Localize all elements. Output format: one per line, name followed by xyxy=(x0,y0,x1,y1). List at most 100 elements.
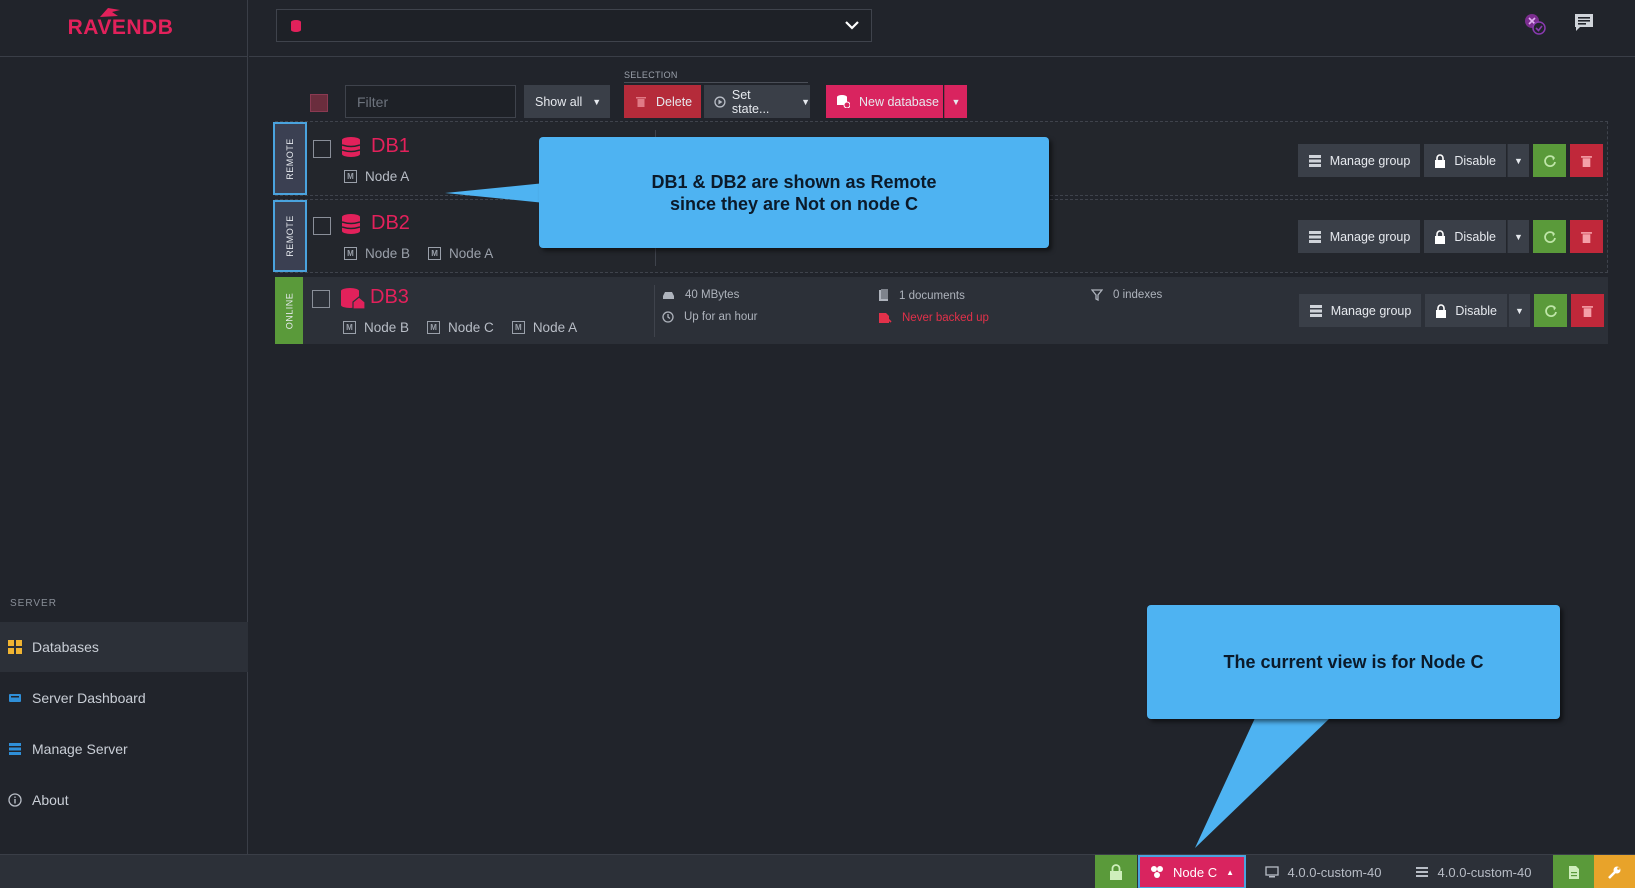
manage-group-icon xyxy=(1308,230,1321,243)
show-all-dropdown[interactable]: Show all ▼ xyxy=(524,85,610,118)
notifications-icon[interactable] xyxy=(1573,12,1595,34)
disable-options-button[interactable]: ▼ xyxy=(1507,220,1529,253)
select-all-checkbox[interactable] xyxy=(310,94,328,112)
callout-line: since they are Not on node C xyxy=(669,193,919,214)
delete-database-button[interactable] xyxy=(1571,294,1604,327)
documentation-button[interactable] xyxy=(1553,855,1594,888)
manage-group-icon xyxy=(1308,154,1321,167)
chevron-down-icon xyxy=(845,21,859,30)
sidebar-item-label: Server Dashboard xyxy=(32,690,146,706)
node-tag[interactable]: M Node A xyxy=(344,169,409,184)
row-checkbox[interactable] xyxy=(313,140,331,158)
delete-database-button[interactable] xyxy=(1570,220,1603,253)
state-badge-remote: REMOTE xyxy=(273,122,307,195)
cluster-status-icon[interactable] xyxy=(1523,12,1547,36)
new-database-options-button[interactable]: ▼ xyxy=(944,85,967,118)
database-icon xyxy=(291,19,301,32)
disable-options-button[interactable]: ▼ xyxy=(1508,294,1530,327)
delete-database-button[interactable] xyxy=(1570,144,1603,177)
sidebar-item-server-dashboard[interactable]: Server Dashboard xyxy=(0,673,248,723)
node-tag[interactable]: M Node B xyxy=(343,320,409,335)
database-size: 40 MBytes xyxy=(662,289,739,301)
callout-remote-explanation: DB1 & DB2 are shown as Remote since they… xyxy=(539,137,1049,248)
compact-button[interactable] xyxy=(1534,294,1567,327)
ravendb-logo[interactable]: RAVENDB xyxy=(67,8,174,40)
manage-group-button[interactable]: Manage group xyxy=(1297,220,1421,253)
raven-logo-icon xyxy=(99,8,120,17)
node-tag[interactable]: M Node A xyxy=(511,320,577,335)
state-badge-remote: REMOTE xyxy=(273,200,307,272)
logo-text: RAVENDB xyxy=(67,16,174,39)
compact-button[interactable] xyxy=(1533,220,1566,253)
server-section-label: SERVER xyxy=(10,598,57,609)
callout-node-view: The current view is for Node C xyxy=(1147,605,1560,719)
new-database-icon xyxy=(837,95,850,108)
backup-warning-icon xyxy=(879,313,892,323)
sidebar-item-manage-server[interactable]: Manage Server xyxy=(0,724,248,774)
show-all-label: Show all xyxy=(535,94,583,109)
new-database-label: New database xyxy=(859,94,939,109)
database-row-db3[interactable]: ONLINE DB3 M Node B M Node C M Node A 40 MB… xyxy=(275,277,1608,344)
trash-icon xyxy=(1581,155,1592,167)
manage-group-button[interactable]: Manage group xyxy=(1298,294,1422,327)
lock-icon xyxy=(1436,303,1447,318)
sidebar-item-databases[interactable]: Databases xyxy=(0,622,248,672)
database-name[interactable]: DB3 xyxy=(370,286,409,309)
callout-line: DB1 & DB2 are shown as Remote xyxy=(651,171,937,192)
security-status[interactable] xyxy=(1095,855,1137,888)
database-icon xyxy=(342,137,360,157)
state-badge-online: ONLINE xyxy=(275,277,303,344)
compact-button[interactable] xyxy=(1533,144,1566,177)
node-tag[interactable]: M Node B xyxy=(344,246,410,261)
member-node-icon: M xyxy=(343,321,356,334)
row-checkbox[interactable] xyxy=(312,290,330,308)
caret-up-icon: ▲ xyxy=(1226,867,1234,877)
row-checkbox[interactable] xyxy=(313,217,331,235)
row-divider xyxy=(654,285,655,337)
client-version[interactable]: 4.0.0-custom-40 xyxy=(1408,855,1538,888)
new-database-button[interactable]: New database xyxy=(826,85,943,118)
databases-icon xyxy=(8,640,22,654)
cluster-node-icon xyxy=(1151,866,1163,878)
node-tag[interactable]: M Node A xyxy=(428,246,493,261)
selection-label: SELECTION xyxy=(624,70,808,83)
node-selector[interactable]: Node C ▲ xyxy=(1138,855,1246,888)
filter-input[interactable] xyxy=(345,85,516,118)
trash-icon xyxy=(1582,305,1593,317)
database-name[interactable]: DB1 xyxy=(371,135,410,158)
sidebar-item-label: Manage Server xyxy=(32,741,128,757)
settings-button[interactable] xyxy=(1594,855,1635,888)
member-node-icon: M xyxy=(511,321,525,334)
database-backup-status[interactable]: Never backed up xyxy=(878,311,989,324)
database-name[interactable]: DB2 xyxy=(371,212,410,235)
lock-icon xyxy=(1110,864,1122,880)
sidebar-item-label: Databases xyxy=(32,639,99,655)
wrench-icon xyxy=(1608,866,1621,879)
status-bar: Node C ▲ 4.0.0-custom-40 4.0.0-custom-40 xyxy=(0,854,1635,888)
database-uptime: Up for an hour xyxy=(662,311,758,323)
set-state-dropdown[interactable]: Set state... ▼ xyxy=(704,85,810,118)
disable-button[interactable]: Disable xyxy=(1425,294,1507,327)
refresh-icon xyxy=(1543,230,1556,243)
list-icon xyxy=(1415,867,1428,877)
node-tag[interactable]: M Node C xyxy=(427,320,494,335)
database-selector[interactable] xyxy=(276,9,872,42)
trash-icon xyxy=(636,97,646,107)
delete-button[interactable]: Delete xyxy=(624,85,701,118)
document-icon xyxy=(879,289,888,301)
server-version[interactable]: 4.0.0-custom-40 xyxy=(1258,855,1388,888)
disable-options-button[interactable]: ▼ xyxy=(1507,144,1529,177)
server-version-label: 4.0.0-custom-40 xyxy=(1287,864,1382,880)
client-version-label: 4.0.0-custom-40 xyxy=(1437,864,1532,880)
storage-icon xyxy=(663,291,674,299)
member-node-icon: M xyxy=(428,247,442,260)
sidebar: RAVENDB SERVER Databases Server Dashboar… xyxy=(0,0,248,854)
sidebar-item-about[interactable]: About xyxy=(0,775,248,825)
disable-button[interactable]: Disable xyxy=(1424,220,1506,253)
database-indexes[interactable]: 0 indexes xyxy=(1091,289,1162,301)
database-documents[interactable]: 1 documents xyxy=(878,289,965,302)
play-circle-icon xyxy=(714,95,726,108)
manage-group-button[interactable]: Manage group xyxy=(1297,144,1421,177)
disable-button[interactable]: Disable xyxy=(1424,144,1506,177)
delete-label: Delete xyxy=(656,94,693,109)
